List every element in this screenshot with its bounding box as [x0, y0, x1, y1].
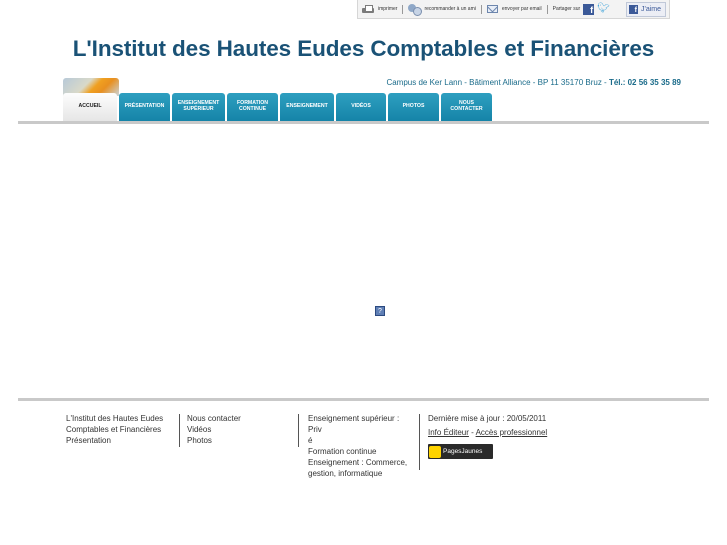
- nav-divider: [18, 121, 709, 124]
- contact-address: Campus de Ker Lann - Bâtiment Alliance -…: [386, 78, 681, 87]
- facebook-icon: f: [629, 5, 638, 14]
- footer-link[interactable]: Photos: [187, 435, 292, 446]
- twitter-icon[interactable]: 🐦︎: [597, 4, 610, 14]
- footer-col-3: Enseignement supérieur : Priv é Formatio…: [308, 413, 414, 479]
- nav-item-enseignement-superieur[interactable]: ENSEIGNEMENT SUPÉRIEUR: [172, 93, 225, 121]
- nav-item-presentation[interactable]: PRÉSENTATION: [119, 93, 170, 121]
- facebook-like-button[interactable]: f J'aime: [626, 2, 666, 17]
- pagesjaunes-badge[interactable]: PagesJaunes: [428, 444, 493, 459]
- footer-column-divider: [298, 414, 299, 447]
- nav-item-enseignement[interactable]: ENSEIGNEMENT: [280, 93, 334, 121]
- footer-link[interactable]: Vidéos: [187, 424, 292, 435]
- footer-col-2: Nous contacter Vidéos Photos: [187, 413, 292, 446]
- nav-item-accueil[interactable]: ACCUEIL: [63, 93, 117, 121]
- footer-link[interactable]: Comptables et Financières: [66, 424, 176, 435]
- phone-number: Tél.: 02 56 35 35 89: [608, 78, 681, 87]
- footer-editor-links: Info Éditeur - Accès professionnel: [428, 427, 578, 438]
- footer-link[interactable]: é: [308, 435, 414, 446]
- footer-link[interactable]: Nous contacter: [187, 413, 292, 424]
- nav-item-photos[interactable]: PHOTOS: [388, 93, 439, 121]
- facebook-icon[interactable]: f: [583, 3, 595, 15]
- toolbar-divider: [480, 4, 482, 14]
- footer-link[interactable]: Formation continue: [308, 446, 414, 457]
- recommend-link[interactable]: recommander à un ami: [408, 4, 476, 16]
- footer-link[interactable]: Enseignement : Commerce,: [308, 457, 414, 468]
- share-label: Partager sur: [552, 6, 581, 12]
- toolbar-divider: [546, 4, 548, 14]
- info-editor-link[interactable]: Info Éditeur: [428, 428, 469, 437]
- site-title: L'Institut des Hautes Eudes Comptables e…: [72, 36, 655, 61]
- nav-item-contact[interactable]: NOUS CONTACTER: [441, 93, 492, 121]
- print-label: imprimer: [378, 6, 398, 12]
- nav-item-videos[interactable]: VIDÉOS: [336, 93, 386, 121]
- pagesjaunes-logo-icon: [429, 445, 441, 458]
- broken-image-icon: ?: [375, 306, 385, 316]
- print-link[interactable]: imprimer: [362, 4, 398, 14]
- like-label: J'aime: [641, 6, 662, 13]
- toolbar-divider: [402, 4, 404, 14]
- footer-col-1: L'Institut des Hautes Eudes Comptables e…: [66, 413, 176, 446]
- footer-divider: [18, 398, 709, 401]
- footer-column-divider: [419, 414, 420, 470]
- footer-link[interactable]: gestion, informatique: [308, 468, 414, 479]
- footer-link[interactable]: Enseignement supérieur : Priv: [308, 413, 414, 435]
- printer-icon: [362, 4, 374, 14]
- envelope-icon: [486, 5, 498, 13]
- footer-column-divider: [179, 414, 180, 447]
- link-separator: -: [468, 428, 476, 437]
- email-label: envoyer par email: [501, 6, 542, 12]
- main-nav: ACCUEIL PRÉSENTATION ENSEIGNEMENT SUPÉRI…: [63, 93, 494, 121]
- email-link[interactable]: envoyer par email: [486, 5, 542, 13]
- recommend-label: recommander à un ami: [424, 6, 476, 12]
- last-update-text: Dernière mise à jour : 20/05/2011: [428, 414, 547, 423]
- footer-link[interactable]: Présentation: [66, 435, 176, 446]
- share-toolbar: imprimer recommander à un ami envoyer pa…: [357, 0, 670, 19]
- pagesjaunes-label: PagesJaunes: [443, 448, 483, 455]
- footer-link[interactable]: L'Institut des Hautes Eudes: [66, 413, 176, 424]
- address-text: Campus de Ker Lann - Bâtiment Alliance -…: [386, 78, 609, 87]
- share-group: Partager sur f 🐦︎: [552, 3, 614, 15]
- footer-col-4: Dernière mise à jour : 20/05/2011 Info É…: [428, 413, 578, 459]
- nav-item-formation-continue[interactable]: FORMATION CONTINUE: [227, 93, 278, 121]
- people-icon: [408, 4, 423, 16]
- pro-access-link[interactable]: Accès professionnel: [476, 428, 548, 437]
